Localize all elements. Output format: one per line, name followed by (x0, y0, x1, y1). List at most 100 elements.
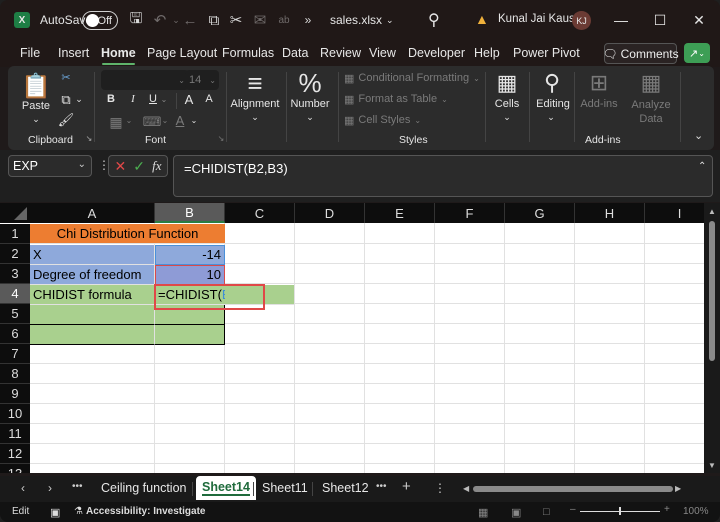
cell-A2[interactable]: X (30, 245, 155, 265)
cell-A3[interactable]: Degree of freedom (30, 265, 155, 285)
column-header-d[interactable]: D (295, 203, 365, 223)
cell-B6[interactable] (155, 325, 225, 345)
page-break-view-icon[interactable]: □ (543, 506, 550, 518)
column-header-c[interactable]: C (225, 203, 295, 223)
cell-A6[interactable] (30, 325, 155, 345)
format-as-table-button[interactable]: ▦ Format as Table ⌄ (344, 92, 448, 106)
horizontal-scrollbar[interactable]: ◀ ▶ (463, 484, 683, 494)
sheet-tab-sheet14[interactable]: Sheet14 (196, 476, 256, 500)
more-sheets-right-icon[interactable]: ••• (376, 481, 387, 492)
tab-view[interactable]: View (369, 46, 396, 60)
bold-button[interactable]: B (104, 93, 118, 105)
add-sheet-icon[interactable]: + (402, 478, 411, 495)
formula-input[interactable]: =CHIDIST(B2,B3) (173, 155, 713, 197)
next-sheet-icon[interactable]: › (48, 481, 52, 495)
copy-icon[interactable]: ⧉ (58, 92, 74, 108)
cell-A1[interactable]: Chi Distribution Function (30, 224, 225, 244)
editing-dropdown-icon[interactable]: ⌄ (544, 112, 558, 123)
scroll-left-icon[interactable]: ◀ (463, 484, 469, 493)
search-icon[interactable]: ⚲ (428, 10, 440, 30)
row-header-2[interactable]: 2 (0, 244, 30, 264)
tab-page-layout[interactable]: Page Layout (147, 46, 217, 60)
dialog-launcher-icon[interactable]: ↘ (84, 134, 94, 143)
zoom-slider-handle[interactable] (619, 507, 621, 515)
italic-button[interactable]: I (126, 93, 140, 105)
macro-recording-icon[interactable]: ▣ (50, 506, 60, 519)
alignment-button[interactable]: Alignment (226, 98, 284, 110)
row-header-8[interactable]: 8 (0, 364, 30, 384)
sheet-tab-sheet12[interactable]: Sheet12 (316, 479, 375, 497)
email-icon[interactable]: ✉ (250, 10, 270, 30)
row-header-9[interactable]: 9 (0, 384, 30, 404)
minimize-icon[interactable]: — (610, 9, 632, 31)
tab-power-pivot[interactable]: Power Pivot (513, 46, 580, 60)
comments-button[interactable]: 🗨 Comments (602, 43, 679, 64)
back-arrow-icon[interactable]: ← (180, 10, 200, 30)
sheet-tab-sheet11[interactable]: Sheet11 (256, 479, 314, 497)
increase-font-button[interactable]: A (181, 92, 197, 107)
zoom-out-button[interactable]: – (570, 504, 576, 515)
file-name[interactable]: sales.xlsx ⌄ (330, 13, 394, 27)
underline-dropdown-icon[interactable]: ⌄ (160, 95, 168, 104)
scroll-down-icon[interactable]: ▼ (708, 461, 716, 470)
font-size-box[interactable]: 14 ⌄ (185, 70, 219, 90)
more-commands-icon[interactable]: » (298, 10, 318, 30)
row-header-13[interactable]: 13 (0, 464, 30, 473)
decrease-font-button[interactable]: A (202, 93, 216, 105)
collapse-ribbon-icon[interactable]: ⌄ (694, 129, 703, 142)
underline-button[interactable]: U (146, 93, 160, 105)
borders-dropdown-icon[interactable]: ⌄ (125, 116, 133, 125)
editing-button[interactable]: Editing (532, 98, 574, 110)
dialog-launcher-icon[interactable]: ↘ (216, 134, 226, 143)
cells-dropdown-icon[interactable]: ⌄ (500, 112, 514, 123)
format-painter-icon[interactable]: 🖌 (58, 112, 75, 128)
fill-color-icon[interactable]: ⌨ (143, 114, 162, 130)
cell-A4[interactable]: CHIDIST formula (30, 285, 155, 305)
copy-dropdown-icon[interactable]: ⌄ (74, 94, 84, 105)
avatar[interactable]: KJ (572, 11, 591, 30)
name-box[interactable]: EXP ⌄ (8, 155, 92, 177)
sheet-tab-ceiling-function[interactable]: Ceiling function (95, 479, 192, 497)
cell-C4[interactable] (225, 285, 295, 305)
row-header-11[interactable]: 11 (0, 424, 30, 444)
font-color-dropdown-icon[interactable]: ⌄ (190, 116, 198, 125)
maximize-icon[interactable]: ☐ (649, 9, 671, 31)
close-icon[interactable]: ✕ (688, 9, 710, 31)
row-header-1[interactable]: 1 (0, 224, 30, 244)
more-sheets-left-icon[interactable]: ••• (72, 481, 83, 492)
cancel-icon[interactable]: ✕ (115, 158, 127, 175)
column-header-a[interactable]: A (30, 203, 155, 223)
tab-help[interactable]: Help (474, 46, 500, 60)
row-header-3[interactable]: 3 (0, 264, 30, 284)
page-layout-view-icon[interactable]: ▣ (511, 506, 521, 519)
tab-insert[interactable]: Insert (58, 46, 89, 60)
addins-button[interactable]: Add-ins (578, 98, 620, 110)
column-header-b[interactable]: B (155, 203, 225, 223)
tab-home[interactable]: Home (101, 46, 136, 65)
collapse-formula-bar-icon[interactable]: ⌃ (698, 161, 706, 172)
tab-developer[interactable]: Developer (408, 46, 465, 60)
tab-file[interactable]: File (20, 46, 40, 60)
column-header-h[interactable]: H (575, 203, 645, 223)
column-header-f[interactable]: F (435, 203, 505, 223)
row-header-7[interactable]: 7 (0, 344, 30, 364)
normal-view-icon[interactable]: ▦ (478, 506, 488, 519)
copy-icon[interactable]: ⧉ (204, 10, 224, 30)
column-header-e[interactable]: E (365, 203, 435, 223)
select-all-button[interactable] (0, 203, 30, 223)
row-header-10[interactable]: 10 (0, 404, 30, 424)
row-header-5[interactable]: 5 (0, 304, 30, 324)
cell-styles-button[interactable]: ▦ Cell Styles ⌄ (344, 113, 421, 127)
share-button[interactable]: ↗ ⌄ (684, 43, 710, 63)
cell-B2[interactable]: -14 (155, 245, 225, 265)
warning-icon[interactable]: ▲ (475, 11, 489, 27)
spelling-icon[interactable]: ab (274, 10, 294, 30)
zoom-level[interactable]: 100% (683, 506, 709, 517)
scissors-icon[interactable]: ✂ (226, 10, 246, 30)
cut-icon[interactable]: ✂ (58, 71, 74, 84)
zoom-in-button[interactable]: + (664, 504, 670, 515)
scroll-up-icon[interactable]: ▲ (708, 207, 716, 216)
scroll-right-icon[interactable]: ▶ (675, 484, 681, 493)
analyze-data-button[interactable]: Analyze Data (628, 98, 674, 126)
accessibility-status[interactable]: ⚗ Accessibility: Investigate (74, 506, 205, 517)
